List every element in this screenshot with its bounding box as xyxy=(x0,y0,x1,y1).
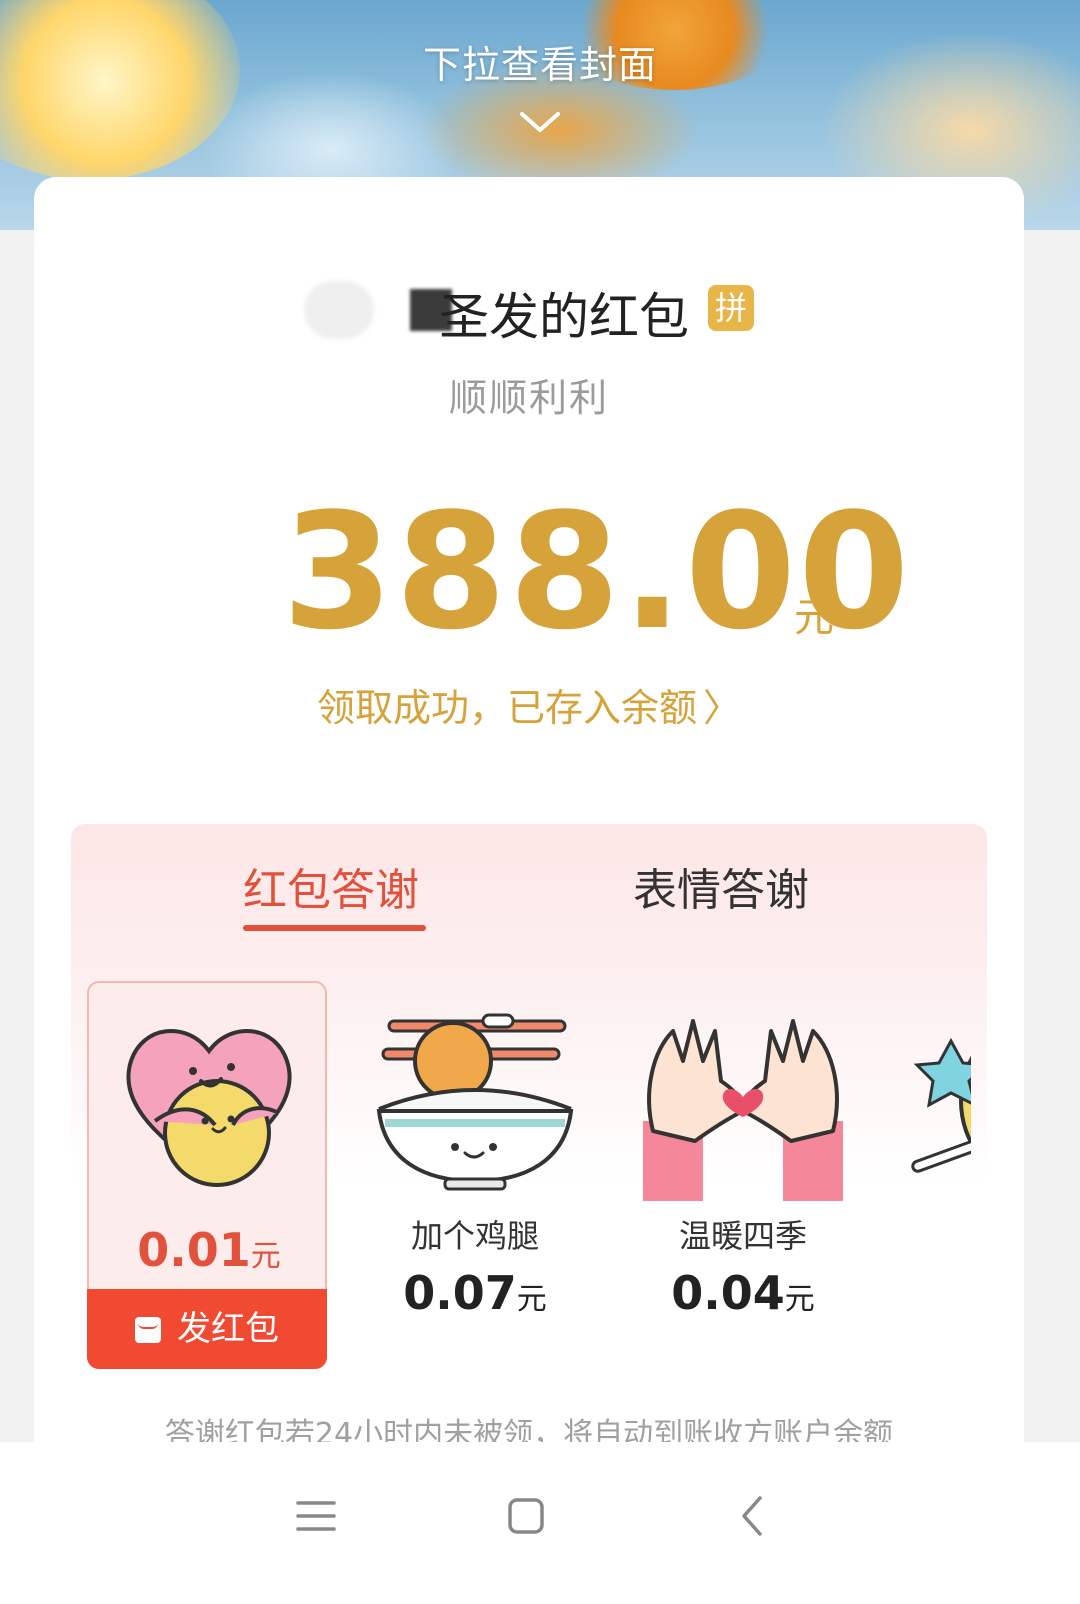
tab-emoji-thanks[interactable]: 表情答谢 xyxy=(633,854,809,918)
gift-price: 0 xyxy=(891,1266,971,1320)
gift-option[interactable]: 0.01元 发红包 xyxy=(87,981,327,1369)
menu-icon[interactable] xyxy=(286,1486,346,1546)
gift-carousel[interactable]: 0.01元 发红包 加个鸡腿 0.07元 温暖四季 0.04元 xyxy=(87,981,971,1381)
group-packet-badge: 拼 xyxy=(708,285,754,331)
heart-hands-icon xyxy=(643,1019,843,1201)
gift-option[interactable]: 感 0 xyxy=(891,981,971,1371)
chevron-right-icon: 〉 xyxy=(703,686,742,730)
gift-name: 温暖四季 xyxy=(678,1217,807,1255)
gift-price: 0.01元 xyxy=(137,1223,281,1277)
gift-price: 0.04元 xyxy=(671,1266,815,1320)
gift-option[interactable]: 加个鸡腿 0.07元 xyxy=(355,981,595,1371)
chevron-down-icon xyxy=(520,112,560,132)
gift-name: 感 xyxy=(891,1211,971,1257)
envelope-icon xyxy=(135,1317,161,1343)
hug-heart-icon xyxy=(126,1028,292,1187)
tab-red-packet-thanks[interactable]: 红包答谢 xyxy=(243,854,419,918)
system-navigation-bar xyxy=(0,1442,1080,1604)
back-icon[interactable] xyxy=(724,1486,784,1546)
send-red-packet-button[interactable]: 发红包 xyxy=(87,1289,327,1369)
gift-option[interactable]: 温暖四季 0.04元 xyxy=(623,981,863,1371)
active-tab-indicator xyxy=(243,925,426,931)
received-text: 领取成功，已存入余额 xyxy=(316,686,697,730)
received-balance-link[interactable]: 领取成功，已存入余额〉 xyxy=(34,677,1024,732)
home-icon[interactable] xyxy=(496,1486,556,1546)
sender-title: 圣发的红包 xyxy=(439,288,689,346)
thanks-panel: 红包答谢 表情答谢 0.01元 发红包 加个鸡腿 0.07元 温暖四季 0.04… xyxy=(71,824,987,1424)
star-chick-icon xyxy=(911,1037,971,1173)
amount-unit: 元 xyxy=(794,595,834,641)
wish-message: 顺顺利利 xyxy=(448,376,609,420)
chicken-rice-bowl-icon xyxy=(376,1013,574,1191)
sender-avatar[interactable] xyxy=(304,281,374,339)
amount-row: 388.00 元 xyxy=(34,492,1024,652)
sender-row: 圣发的红包 拼 xyxy=(34,277,1024,347)
gift-price: 0.07元 xyxy=(403,1266,547,1320)
red-packet-detail-card: 圣发的红包 拼 顺顺利利 388.00 元 领取成功，已存入余额〉 红包答谢 表… xyxy=(34,177,1024,1577)
pull-down-hint: 下拉查看封面 xyxy=(422,43,657,87)
gift-name: 加个鸡腿 xyxy=(410,1217,539,1255)
